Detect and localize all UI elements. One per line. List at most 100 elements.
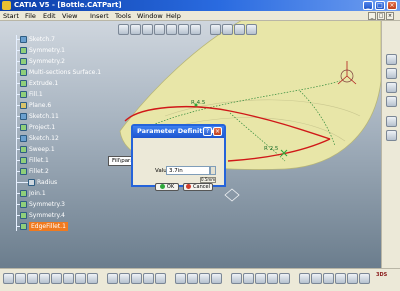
toolbar-icon[interactable] [3,273,14,284]
menu-file[interactable]: File [25,12,36,20]
doc-close-button[interactable]: × [386,12,394,20]
feature-icon [20,47,27,54]
toolbar-icon[interactable] [386,116,397,127]
tree-item-label: Symmetry.1 [29,47,65,54]
toolbar-icon[interactable] [222,24,233,35]
toolbar-icon[interactable] [335,273,346,284]
minimize-button[interactable]: _ [363,1,373,10]
tree-item-label: Multi-sections Surface.1 [29,69,102,76]
menu-tools[interactable]: Tools [115,12,131,20]
toolbar-icon[interactable] [107,273,118,284]
tree-item-label: Fill.1 [29,91,43,98]
feature-icon [20,69,27,76]
menu-window[interactable]: Window [137,12,163,20]
maximize-button[interactable]: □ [375,1,385,10]
menu-insert[interactable]: Insert [90,12,109,20]
toolbar-icon[interactable] [130,24,141,35]
menu-start[interactable]: Start [3,12,19,20]
toolbar-icon[interactable] [246,24,257,35]
toolbar-icon[interactable] [15,273,26,284]
feature-icon [20,212,27,219]
toolbar-icon[interactable] [234,24,245,35]
toolbar-icon[interactable] [279,273,290,284]
toolbar-icon[interactable] [386,68,397,79]
dialog-help-button[interactable]: ? [203,127,212,136]
cancel-button[interactable]: Cancel [183,183,213,191]
toolbar-icon[interactable] [87,273,98,284]
toolbar-icon[interactable] [299,273,310,284]
feature-icon [20,80,27,87]
toolbar-icon[interactable] [154,24,165,35]
toolbar-icon[interactable] [386,82,397,93]
toolbar-icon[interactable] [210,24,221,35]
radius-tag: R 2.5 [264,146,279,152]
menu-view[interactable]: View [62,12,77,20]
feature-icon [20,157,27,164]
toolbar-icon[interactable] [131,273,142,284]
ok-label: OK [166,184,175,190]
toolbar-icon[interactable] [143,273,154,284]
toolbar-icon[interactable] [155,273,166,284]
feature-icon [20,102,27,109]
tree-item-label: Symmetry.2 [29,58,65,65]
3d-viewport[interactable]: Sketch.7 Symmetry.1 Symmetry.2 Multi-sectio… [0,21,381,268]
toolbar-icon[interactable] [199,273,210,284]
tree-item-label: Radius [37,179,58,186]
feature-icon [20,91,27,98]
doc-minimize-button[interactable]: _ [368,12,376,20]
toolbar-icon[interactable] [255,273,266,284]
feature-icon [20,201,27,208]
toolbar-icon[interactable] [267,273,278,284]
tree-item-label: Sketch.11 [29,113,59,120]
value-spinner[interactable] [210,166,216,175]
dialog-close-button[interactable]: × [213,127,222,136]
plane-icon [224,188,240,202]
tree-item-label: Sketch.12 [29,135,59,142]
toolbar-icon[interactable] [386,54,397,65]
toolbar-icon[interactable] [39,273,50,284]
tree-item-label: Symmetry.4 [29,212,65,219]
toolbar-icon[interactable] [166,24,177,35]
ok-button[interactable]: OK [155,183,179,191]
right-toolbar [381,21,400,268]
toolbar-icon[interactable] [51,273,62,284]
toolbar-icon[interactable] [311,273,322,284]
feature-icon [20,146,27,153]
toolbar-icon[interactable] [27,273,38,284]
toolbar-icon[interactable] [359,273,370,284]
toolbar-icon[interactable] [347,273,358,284]
menu-help[interactable]: Help [166,12,181,20]
toolbar-icon[interactable] [386,130,397,141]
bottom-toolbar: 3DS [0,268,400,291]
value-input[interactable] [166,166,210,175]
window-title: CATIA V5 - [Bottle.CATPart] [14,1,122,9]
catia-app-icon[interactable] [2,1,11,10]
3ds-logo: 3DS [376,272,388,278]
toolbar-icon[interactable] [231,273,242,284]
feature-icon [20,223,27,230]
tree-item-label: Join.1 [29,190,46,197]
toolbar-icon[interactable] [243,273,254,284]
toolbar-icon[interactable] [211,273,222,284]
tree-item-label: Project.1 [29,124,56,131]
toolbar-icon[interactable] [75,273,86,284]
toolbar-icon[interactable] [187,273,198,284]
feature-icon [20,135,27,142]
toolbar-icon[interactable] [190,24,201,35]
tree-item-label: Fillet.2 [29,168,49,175]
toolbar-icon[interactable] [175,273,186,284]
tree-item-label: Sketch.7 [29,36,55,43]
toolbar-icon[interactable] [119,273,130,284]
toolbar-icon[interactable] [118,24,129,35]
toolbar-icon[interactable] [142,24,153,35]
tree-item-label: Symmetry.3 [29,201,65,208]
toolbar-icon[interactable] [386,96,397,107]
doc-restore-button[interactable]: □ [377,12,385,20]
menu-edit[interactable]: Edit [43,12,56,20]
tree-item-label: Fillet.1 [29,157,49,164]
toolbar-icon[interactable] [323,273,334,284]
feature-icon [20,113,27,120]
toolbar-icon[interactable] [178,24,189,35]
toolbar-icon[interactable] [63,273,74,284]
close-button[interactable]: × [387,1,397,10]
